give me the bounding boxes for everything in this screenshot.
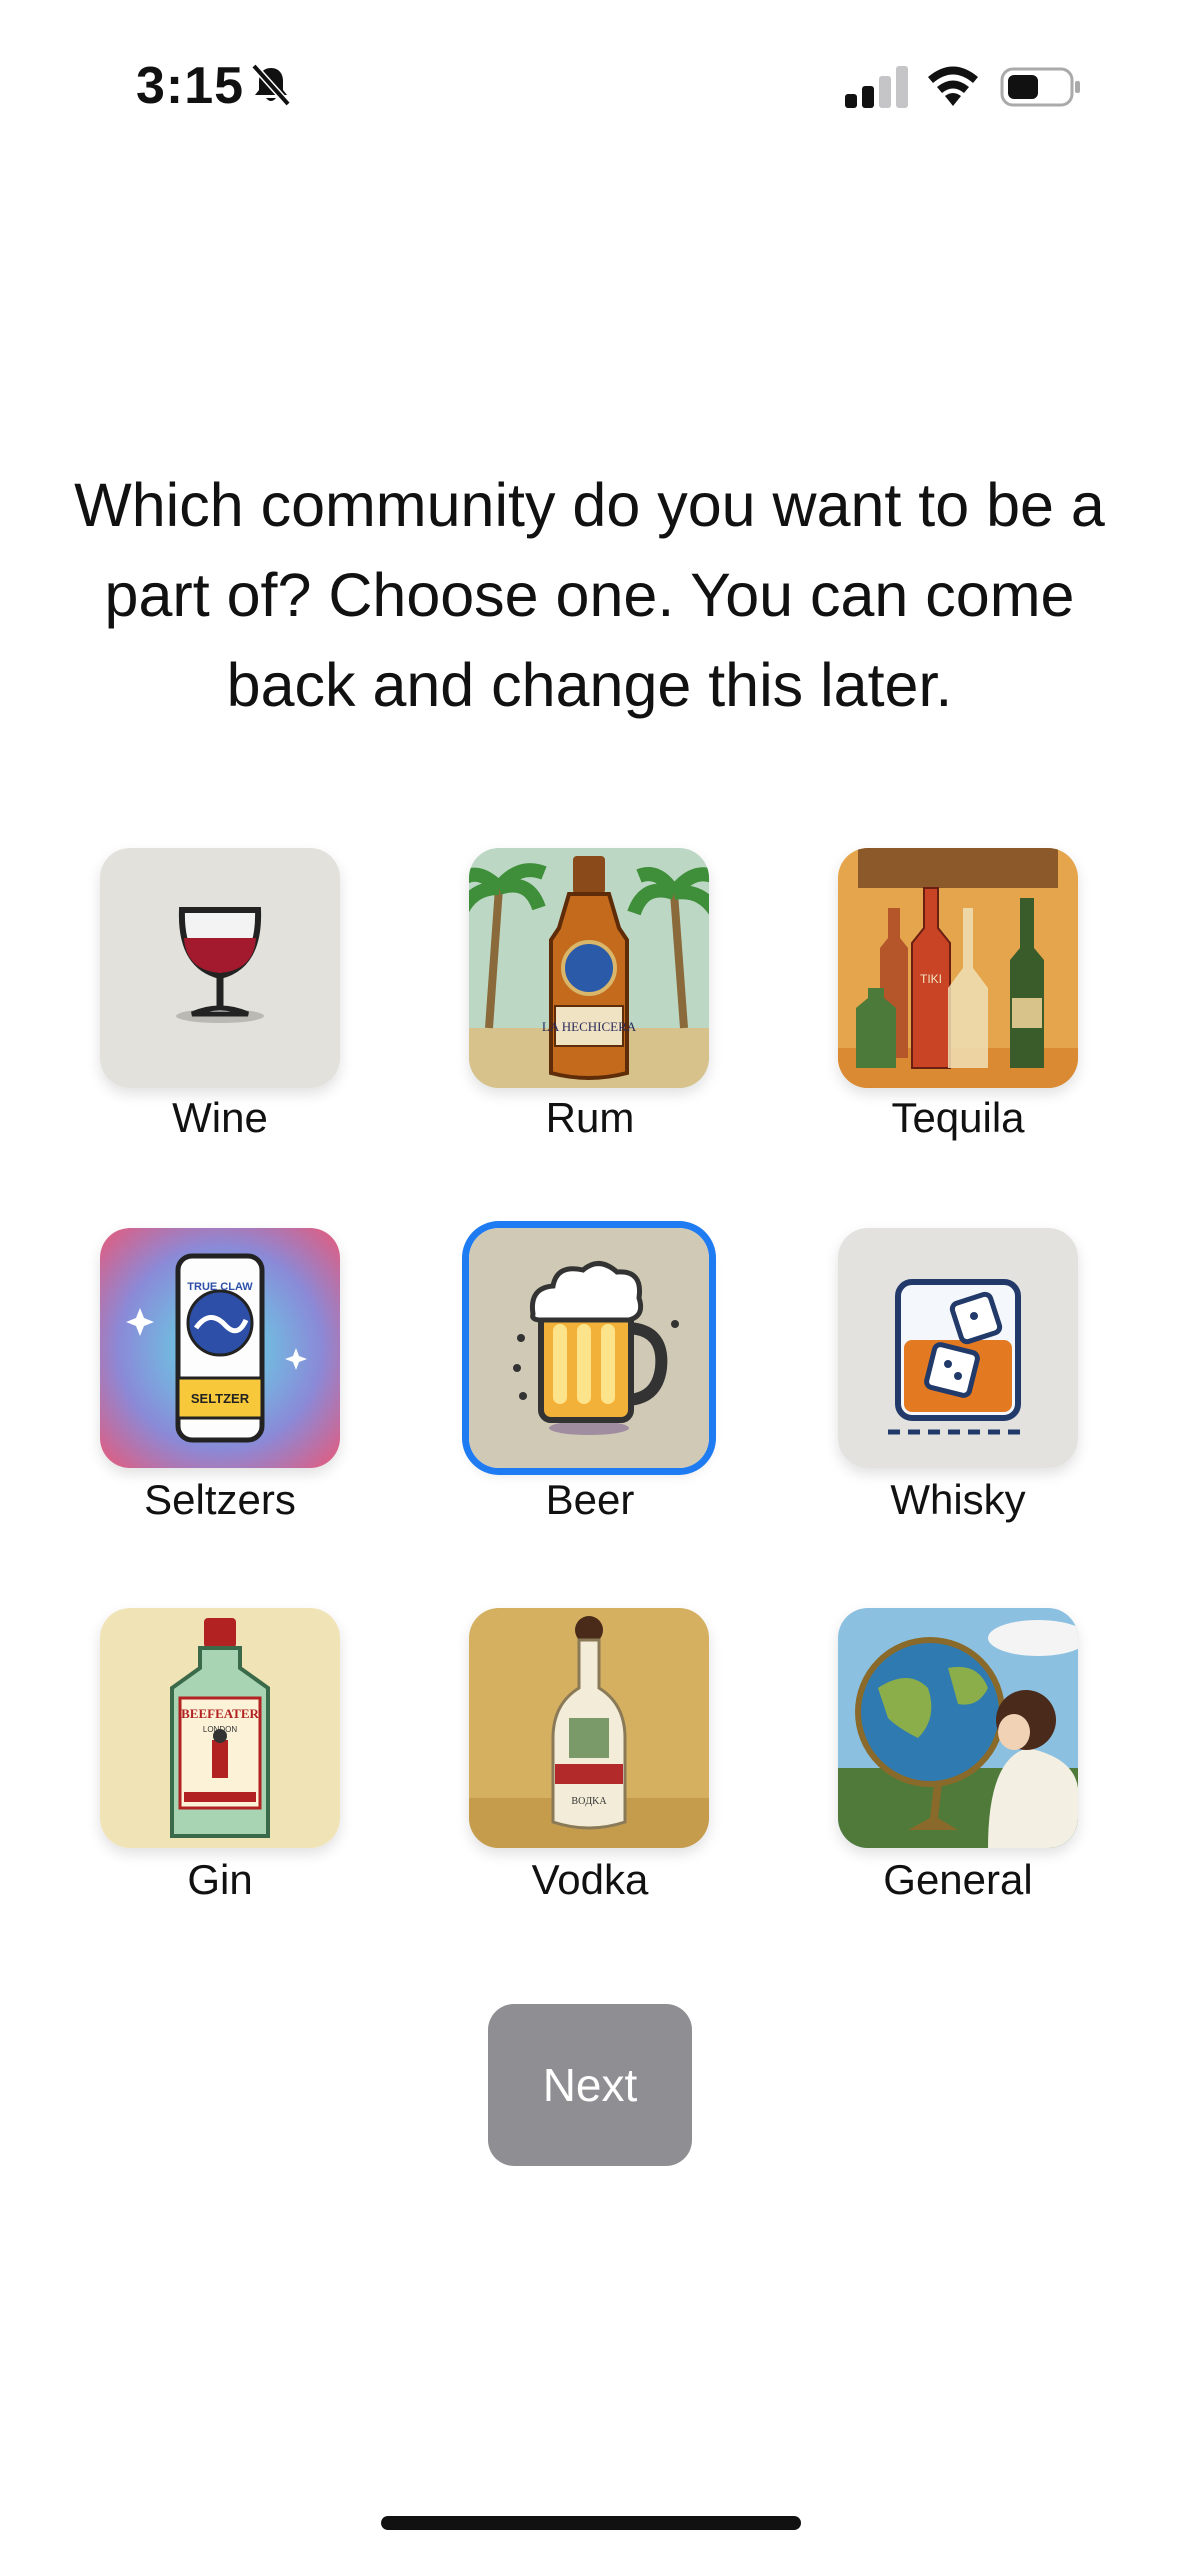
community-tile-gin[interactable]: BEEFEATER LONDON [100,1608,340,1848]
tequila-label-text: TIKI [920,972,942,986]
cellular-signal-icon [845,66,911,108]
community-label-whisky: Whisky [890,1476,1026,1523]
community-label-gin: Gin [187,1856,253,1903]
globe-icon [838,1608,1078,1848]
community-label-general: General [883,1856,1033,1903]
status-time: 3:15 [136,57,245,115]
community-label-seltzers: Seltzers [144,1476,296,1523]
next-button[interactable]: Next [488,2004,692,2166]
community-tile-tequila[interactable]: TIKI [838,848,1078,1088]
rum-label-text: LA HECHICERA [542,1019,637,1034]
seltzer-can-text: SELTZER [191,1391,250,1406]
community-label-wine: Wine [172,1094,268,1141]
whisky-glass-icon [838,1228,1078,1468]
community-question: Which community do you want to be a part… [74,471,1105,719]
rum-bottle-icon: LA HECHICERA [469,848,709,1088]
seltzer-can-icon: TRUE CLAW SELTZER [100,1228,340,1468]
status-bar: 3:15 [0,0,1179,170]
battery-icon [1000,66,1082,108]
community-tile-whisky[interactable] [838,1228,1078,1468]
gin-label-text: BEEFEATER [181,1706,259,1721]
seltzer-brand-text: TRUE CLAW [187,1281,253,1293]
beer-mug-icon [469,1228,709,1468]
home-indicator[interactable] [381,2516,801,2530]
wine-glass-icon [100,848,340,1088]
vodka-bottle-icon: BOДKA [469,1608,709,1848]
wifi-icon [925,62,981,108]
community-tile-seltzers[interactable]: TRUE CLAW SELTZER [100,1228,340,1468]
community-label-beer: Beer [545,1476,635,1523]
tequila-bottles-icon: TIKI [838,848,1078,1088]
community-tile-rum[interactable]: LA HECHICERA [469,848,709,1088]
community-label-rum: Rum [545,1094,635,1141]
community-tile-beer[interactable] [469,1228,709,1468]
community-tile-general[interactable] [838,1608,1078,1848]
vodka-label-text: BOДKA [571,1796,607,1807]
community-label-vodka: Vodka [531,1856,649,1903]
community-label-tequila: Tequila [891,1094,1025,1141]
community-tile-wine[interactable] [100,848,340,1088]
community-tile-vodka[interactable]: BOДKA [469,1608,709,1848]
gin-bottle-icon: BEEFEATER LONDON [100,1608,340,1848]
bell-slash-icon [248,62,294,108]
